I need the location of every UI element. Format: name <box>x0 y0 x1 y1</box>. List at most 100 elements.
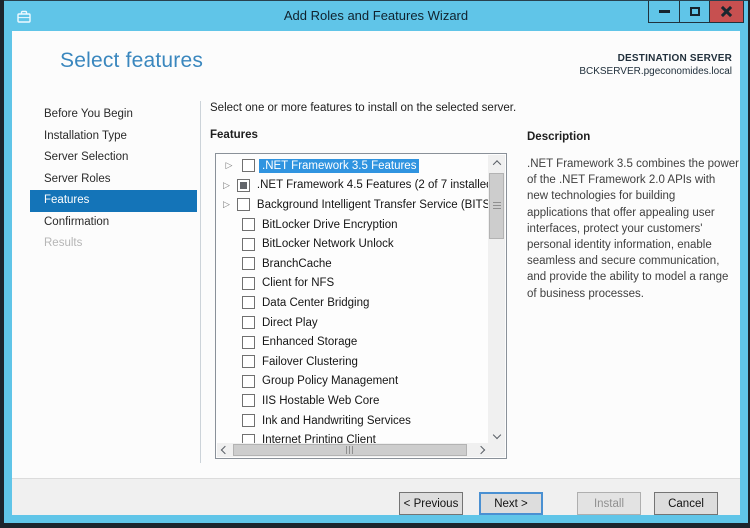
checkbox-unchecked[interactable] <box>242 414 255 428</box>
sidebar-item-results: Results <box>44 237 83 249</box>
features-rows: ▷ .NET Framework 3.5 Features ▷ .NET Framew… <box>217 155 488 443</box>
scroll-thumb-grip <box>492 202 501 210</box>
checkbox-unchecked[interactable] <box>242 355 255 369</box>
features-listbox: ▷ .NET Framework 3.5 Features ▷ .NET Framew… <box>215 153 507 459</box>
cancel-button[interactable]: Cancel <box>654 492 718 515</box>
checkbox-unchecked[interactable] <box>236 198 250 212</box>
minimize-button[interactable] <box>649 1 679 22</box>
feature-label: Data Center Bridging <box>262 296 370 309</box>
vertical-scrollbar[interactable] <box>488 155 505 443</box>
window-controls <box>648 1 744 23</box>
feature-row[interactable]: ▷ Background Intelligent Transfer Service… <box>217 195 488 215</box>
feature-label: Internet Printing Client <box>262 434 376 443</box>
scroll-down-button[interactable] <box>488 427 505 443</box>
expander-icon[interactable]: ▷ <box>223 180 230 190</box>
footer-bar: < Previous Next > Install Cancel <box>12 478 740 515</box>
checkbox-unchecked[interactable] <box>242 394 255 408</box>
feature-row[interactable]: Client for NFS <box>217 274 488 294</box>
checkbox-unchecked[interactable] <box>242 276 255 290</box>
close-icon <box>720 5 733 18</box>
horizontal-scrollbar[interactable] <box>217 443 488 457</box>
feature-row[interactable]: Group Policy Management <box>217 372 488 392</box>
checkbox-unchecked[interactable] <box>242 433 255 443</box>
maximize-button[interactable] <box>679 1 709 22</box>
feature-row[interactable]: Failover Clustering <box>217 352 488 372</box>
feature-label: Ink and Handwriting Services <box>262 414 411 427</box>
checkbox-fill <box>239 181 247 189</box>
sidebar-item-installation-type[interactable]: Installation Type <box>30 126 197 148</box>
feature-label: Client for NFS <box>262 277 335 290</box>
feature-label: Background Intelligent Transfer Service … <box>256 198 488 211</box>
sidebar-item-server-selection[interactable]: Server Selection <box>30 147 197 169</box>
install-button: Install <box>577 492 641 515</box>
scroll-right-button[interactable] <box>473 443 488 457</box>
feature-row[interactable]: Internet Printing Client <box>217 430 488 443</box>
page-title: Select features <box>60 49 204 72</box>
sidebar-item-confirmation[interactable]: Confirmation <box>30 212 197 234</box>
feature-label: .NET Framework 3.5 Features <box>259 158 420 173</box>
scroll-thumb-grip <box>346 446 354 454</box>
feature-label: IIS Hostable Web Core <box>262 394 380 407</box>
feature-row[interactable]: BitLocker Drive Encryption <box>217 215 488 235</box>
checkbox-indeterminate[interactable] <box>236 178 250 192</box>
checkbox-unchecked[interactable] <box>242 296 255 310</box>
feature-row[interactable]: Ink and Handwriting Services <box>217 411 488 431</box>
sidebar-item-features[interactable]: Features <box>30 190 197 212</box>
feature-label: .NET Framework 4.5 Features (2 of 7 inst… <box>256 179 488 192</box>
description-body: .NET Framework 3.5 combines the power of… <box>527 158 739 300</box>
destination-block: DESTINATION SERVER BCKSERVER.pgeconomide… <box>579 53 732 77</box>
sidebar-item-before-you-begin[interactable]: Before You Begin <box>30 104 197 126</box>
scroll-left-button[interactable] <box>217 443 232 457</box>
feature-label: Group Policy Management <box>262 375 399 388</box>
destination-server-label: DESTINATION SERVER <box>617 53 732 64</box>
feature-label: BranchCache <box>262 257 332 270</box>
previous-button[interactable]: < Previous <box>399 492 463 515</box>
sidebar-divider <box>200 101 201 463</box>
checkbox-unchecked[interactable] <box>242 257 255 271</box>
wizard-window: Add Roles and Features Wizard Select fea… <box>4 0 748 523</box>
wizard-steps-nav: Before You Begin Installation Type Server … <box>30 104 197 255</box>
feature-label: Failover Clustering <box>262 355 358 368</box>
window-title: Add Roles and Features Wizard <box>283 8 469 23</box>
expander-icon[interactable]: ▷ <box>223 161 235 170</box>
checkbox-unchecked[interactable] <box>242 159 255 173</box>
instruction-text: Select one or more features to install o… <box>210 102 517 114</box>
checkbox-unchecked[interactable] <box>242 316 255 330</box>
description-title: Description <box>527 131 591 143</box>
scroll-up-button[interactable] <box>488 155 505 171</box>
chevron-down-icon <box>492 430 501 440</box>
checkbox-unchecked[interactable] <box>242 335 255 349</box>
feature-row[interactable]: Data Center Bridging <box>217 293 488 313</box>
sidebar-item-server-roles[interactable]: Server Roles <box>30 169 197 191</box>
feature-row[interactable]: Enhanced Storage <box>217 332 488 352</box>
checkbox-unchecked[interactable] <box>242 374 255 388</box>
vertical-scroll-thumb[interactable] <box>489 173 504 239</box>
feature-row[interactable]: Direct Play <box>217 313 488 333</box>
checkbox-unchecked[interactable] <box>242 237 255 251</box>
feature-row[interactable]: IIS Hostable Web Core <box>217 391 488 411</box>
chevron-right-icon <box>476 445 485 455</box>
expander-icon[interactable]: ▷ <box>223 200 230 209</box>
minimize-icon <box>658 10 670 13</box>
feature-row[interactable]: ▷ .NET Framework 3.5 Features <box>217 156 488 176</box>
titlebar[interactable]: Add Roles and Features Wizard <box>4 1 748 31</box>
destination-server-name: BCKSERVER.pgeconomides.local <box>579 66 732 77</box>
wizard-content: Select features DESTINATION SERVER BCKSE… <box>12 31 740 515</box>
feature-label: Direct Play <box>262 316 318 329</box>
feature-label: BitLocker Drive Encryption <box>262 218 398 231</box>
horizontal-scroll-thumb[interactable] <box>233 444 467 456</box>
chevron-left-icon <box>220 445 229 455</box>
close-button[interactable] <box>709 1 743 22</box>
chevron-up-icon <box>492 160 501 169</box>
next-button[interactable]: Next > <box>479 492 543 515</box>
scrollbar-corner <box>488 443 505 457</box>
feature-row[interactable]: BitLocker Network Unlock <box>217 234 488 254</box>
desktop-background: Add Roles and Features Wizard Select fea… <box>0 0 750 528</box>
feature-row[interactable]: ▷ .NET Framework 4.5 Features (2 of 7 ins… <box>217 176 488 196</box>
maximize-icon <box>689 7 700 16</box>
feature-row[interactable]: BranchCache <box>217 254 488 274</box>
features-list-label: Features <box>210 129 258 141</box>
feature-label: BitLocker Network Unlock <box>262 238 394 251</box>
feature-label: Enhanced Storage <box>262 336 358 349</box>
checkbox-unchecked[interactable] <box>242 218 255 232</box>
